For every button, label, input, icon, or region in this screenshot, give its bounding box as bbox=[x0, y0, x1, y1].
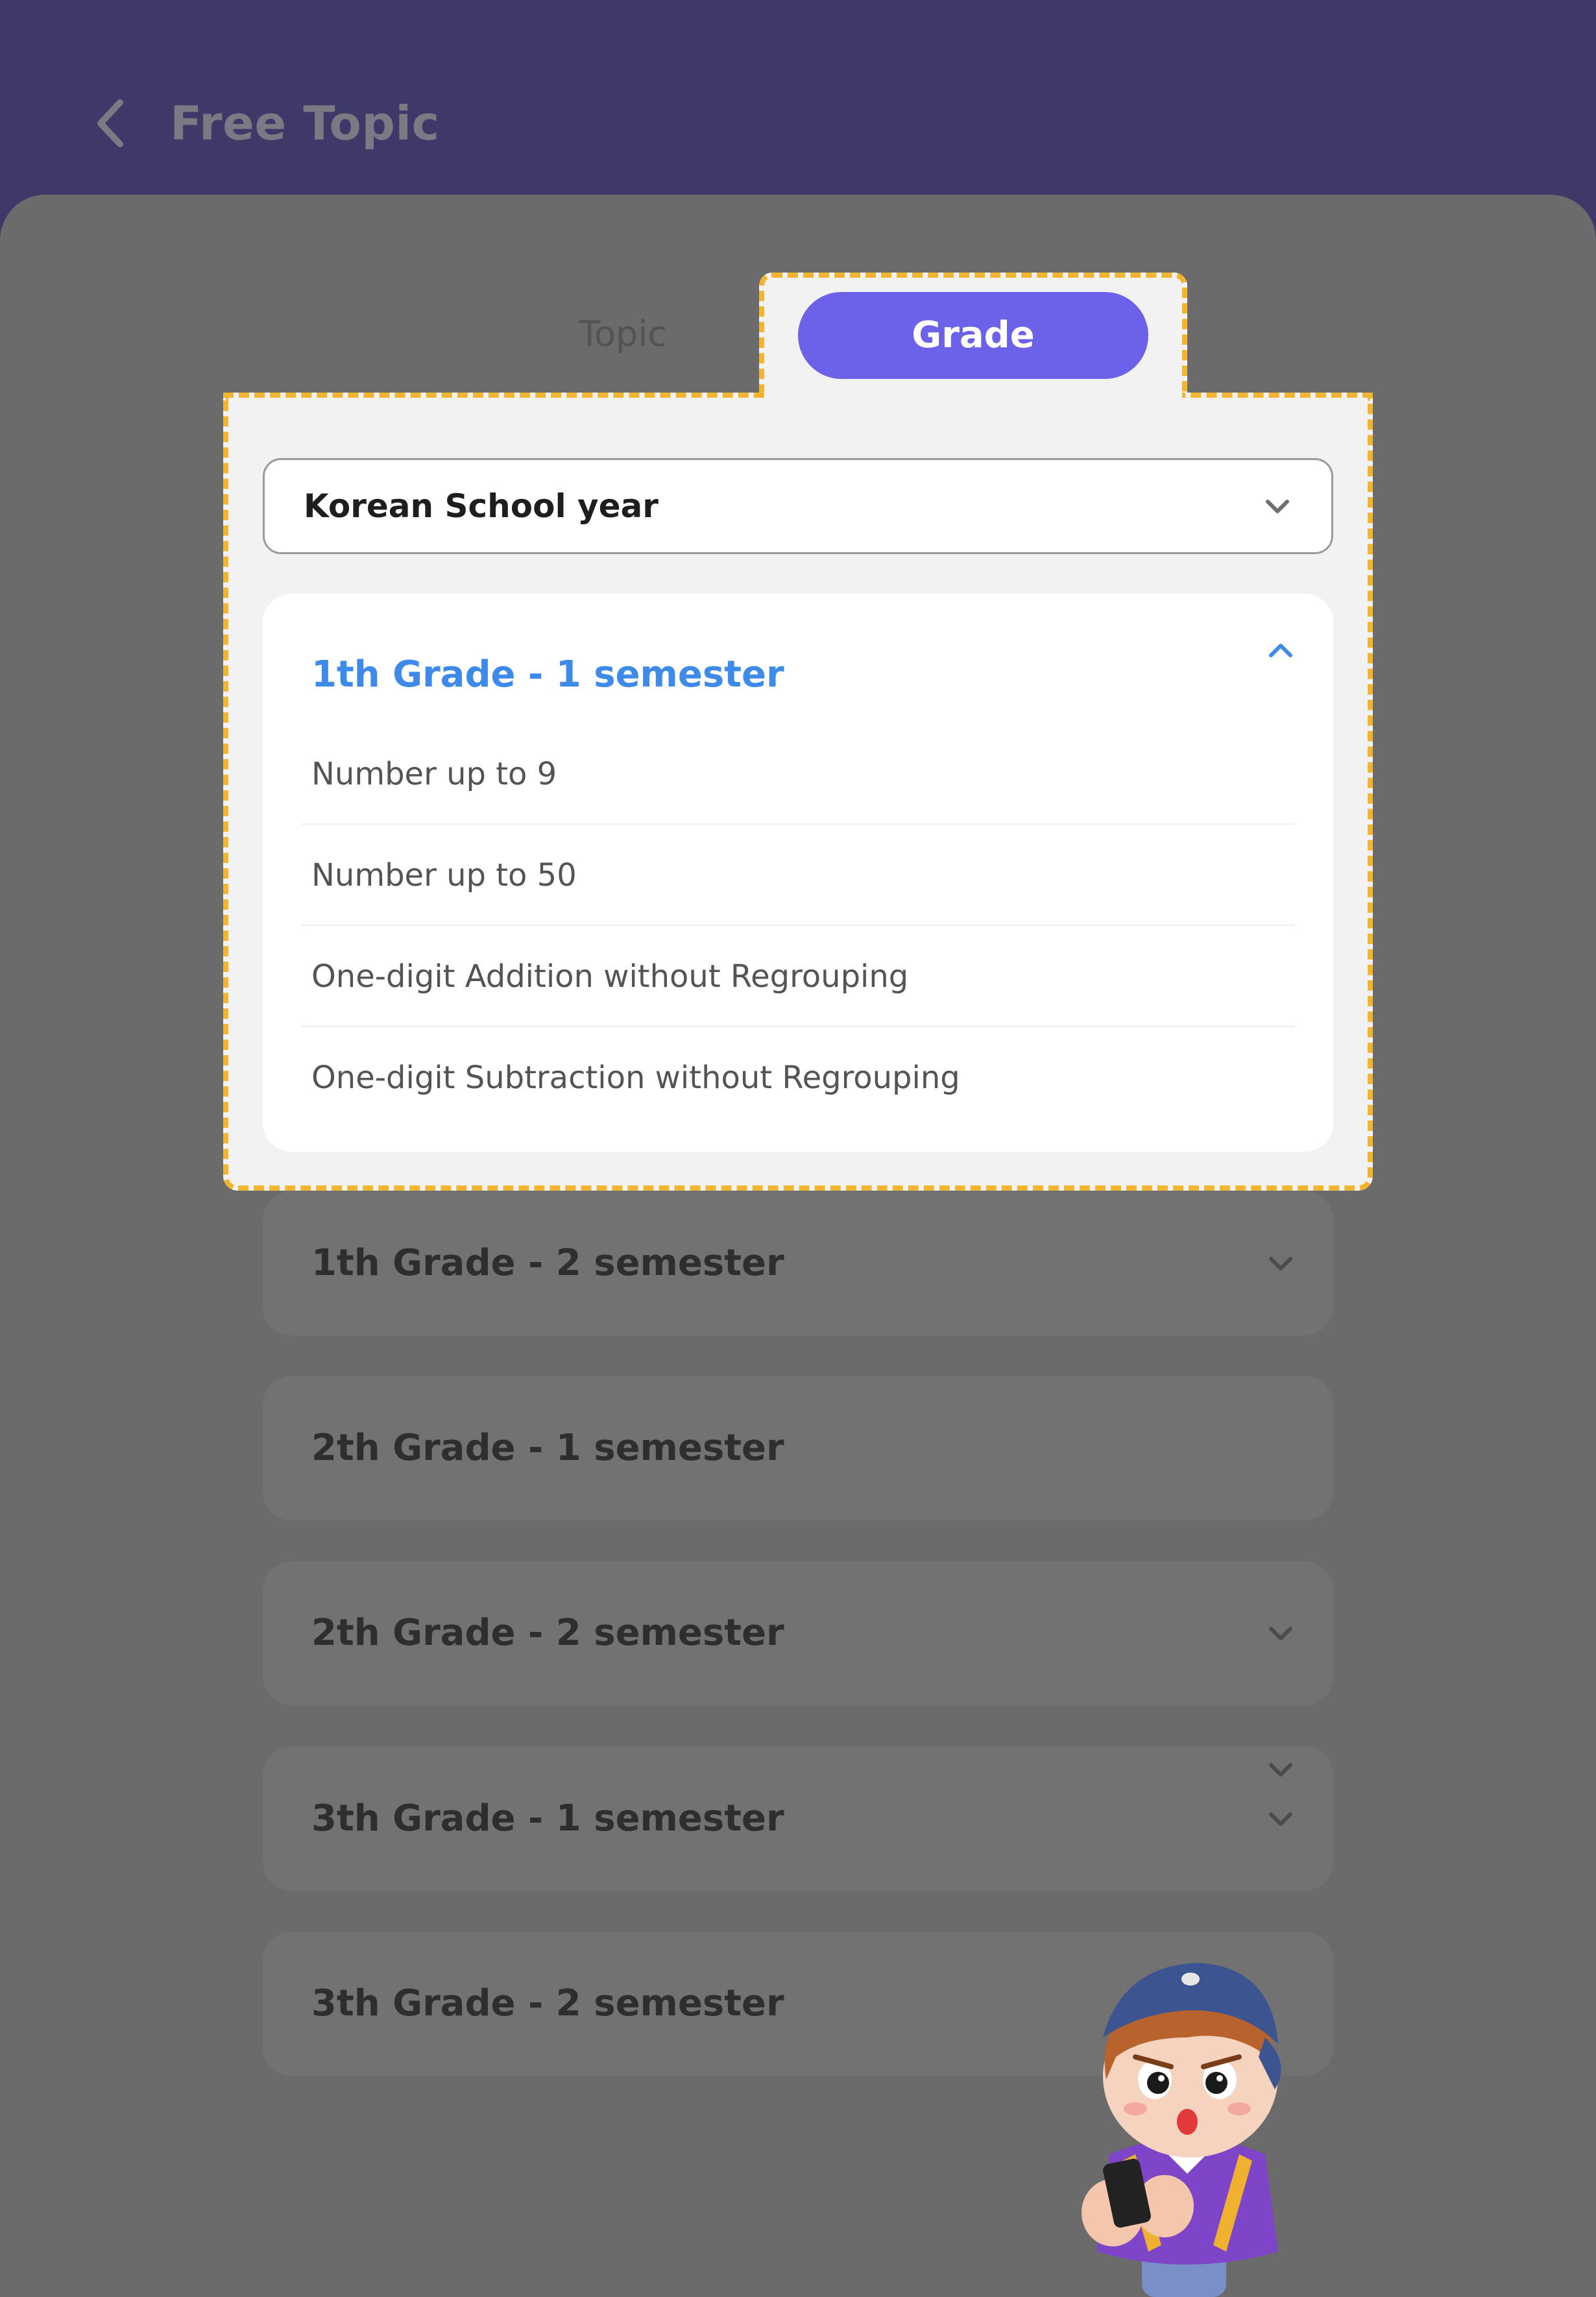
lesson-item[interactable]: One-digit Addition without Regrouping bbox=[302, 926, 1294, 1027]
grade-card-2-1[interactable]: 2th Grade - 1 semester bbox=[263, 1376, 1333, 1520]
school-year-select-value: Korean School year bbox=[304, 487, 659, 525]
highlight-joint bbox=[764, 387, 1182, 400]
tab-topic[interactable]: Topic bbox=[519, 305, 727, 363]
grade-card-title[interactable]: 1th Grade - 1 semester bbox=[311, 639, 784, 711]
grade-card-title: 2th Grade - 1 semester bbox=[311, 1427, 784, 1469]
grade-card-3-1[interactable]: 3th Grade - 1 semester bbox=[263, 1747, 1333, 1891]
chevron-down-icon bbox=[1269, 1763, 1292, 1777]
lesson-list: Number up to 9 Number up to 50 One-digit… bbox=[302, 723, 1294, 1128]
lesson-item[interactable]: Number up to 50 bbox=[302, 825, 1294, 926]
school-year-select[interactable]: Korean School year bbox=[263, 458, 1333, 554]
chevron-down-icon bbox=[1266, 500, 1289, 513]
grade-card-2-2[interactable]: 2th Grade - 2 semester bbox=[263, 1561, 1333, 1705]
lesson-item[interactable]: One-digit Subtraction without Regrouping bbox=[302, 1027, 1294, 1128]
chevron-down-icon bbox=[1269, 1812, 1292, 1826]
back-button[interactable] bbox=[84, 94, 136, 152]
chevron-left-icon bbox=[97, 99, 123, 147]
lesson-item[interactable]: Number up to 9 bbox=[302, 723, 1294, 825]
grade-card-title: 3th Grade - 1 semester bbox=[311, 1797, 784, 1840]
app-header: Free Topic bbox=[0, 0, 1596, 195]
chevron-up-icon[interactable] bbox=[1266, 636, 1296, 666]
grade-card-title: 1th Grade - 2 semester bbox=[311, 1242, 784, 1284]
tab-grade[interactable]: Grade bbox=[798, 292, 1148, 379]
boy-with-phone-character bbox=[1082, 1963, 1281, 2297]
grade-card-title: 2th Grade - 2 semester bbox=[311, 1612, 784, 1654]
grade-card-1-2[interactable]: 1th Grade - 2 semester bbox=[263, 1191, 1333, 1335]
page-title: Free Topic bbox=[170, 96, 440, 151]
chevron-down-icon bbox=[1269, 1257, 1292, 1270]
grade-card-1-1: 1th Grade - 1 semester Number up to 9 Nu… bbox=[263, 594, 1333, 1152]
grade-card-title: 3th Grade - 2 semester bbox=[311, 1982, 784, 2024]
chevron-down-icon bbox=[1269, 1627, 1292, 1640]
